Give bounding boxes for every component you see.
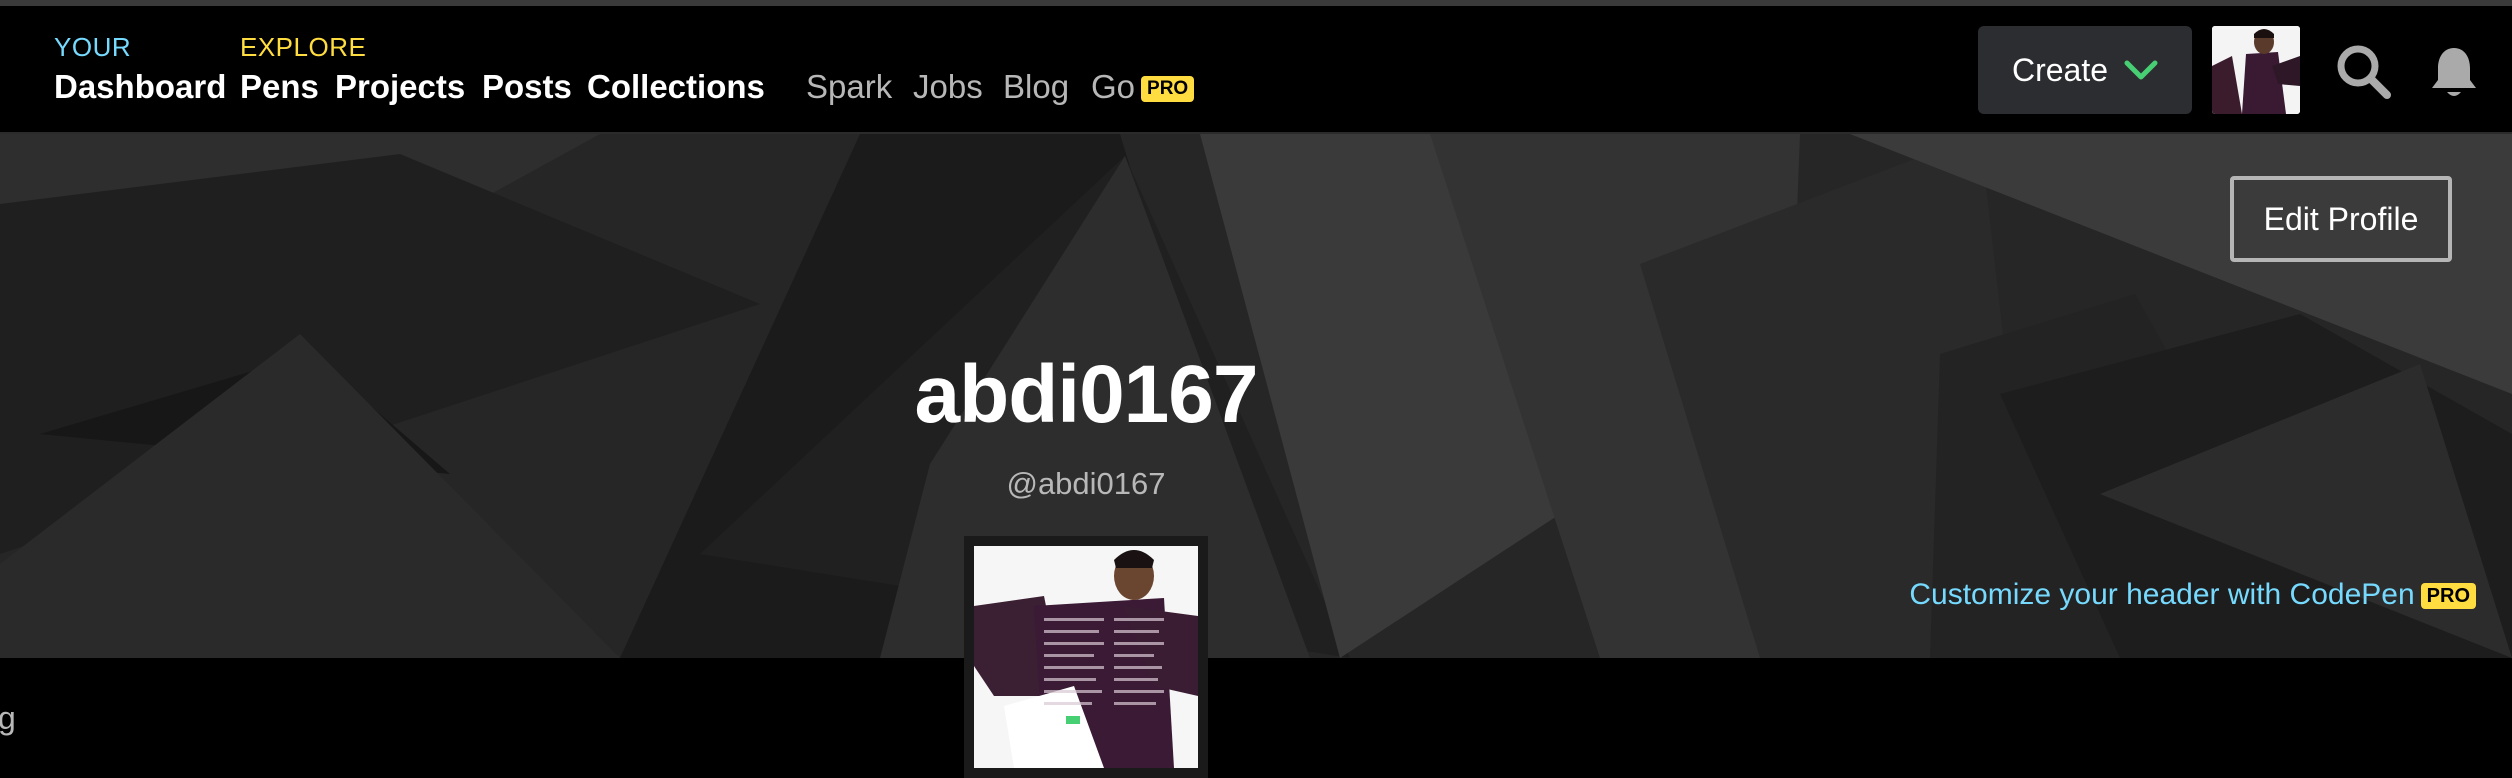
your-section: YOUR [54, 32, 131, 62]
create-button[interactable]: Create [1978, 26, 2192, 114]
your-label: YOUR [54, 32, 132, 62]
user-avatar-button[interactable] [2212, 26, 2300, 114]
explore-section: EXPLORE [240, 32, 366, 62]
chevron-down-icon [2124, 60, 2158, 80]
search-icon[interactable] [2336, 44, 2392, 100]
top-navbar: YOUR Dashboard EXPLORE Pens Projects Pos… [0, 6, 2512, 134]
edit-profile-button[interactable]: Edit Profile [2230, 176, 2452, 262]
profile-handle: @abdi0167 [1006, 466, 1166, 501]
truncated-text: g [0, 700, 16, 736]
pro-badge: PRO [2420, 583, 2476, 610]
nav-spark-link[interactable]: Spark [806, 68, 892, 106]
nav-go-link[interactable]: Go PRO [1091, 68, 1195, 106]
profile-display-name: abdi0167 [914, 349, 1259, 440]
avatar-image [2212, 26, 2300, 114]
profile-avatar-image [974, 546, 1198, 768]
profile-avatar [964, 536, 1208, 778]
pro-badge: PRO [1141, 76, 1195, 103]
nav-go-label: Go [1091, 68, 1136, 105]
nav-blog-link[interactable]: Blog [1003, 68, 1069, 106]
nav-jobs-link[interactable]: Jobs [913, 68, 983, 106]
nav-projects-link[interactable]: Projects [335, 68, 465, 106]
nav-dashboard-link[interactable]: Dashboard [54, 68, 226, 106]
nav-pens-link[interactable]: Pens [240, 68, 319, 106]
bell-icon[interactable] [2426, 44, 2482, 100]
create-label: Create [2011, 51, 2109, 88]
customize-header-text: Customize your header with CodePen [1909, 578, 2415, 611]
nav-posts-link[interactable]: Posts [482, 68, 572, 106]
explore-label: EXPLORE [240, 32, 367, 62]
nav-collections-link[interactable]: Collections [587, 68, 765, 106]
customize-header-link[interactable]: Customize your header with CodePen PRO [1909, 578, 2476, 612]
